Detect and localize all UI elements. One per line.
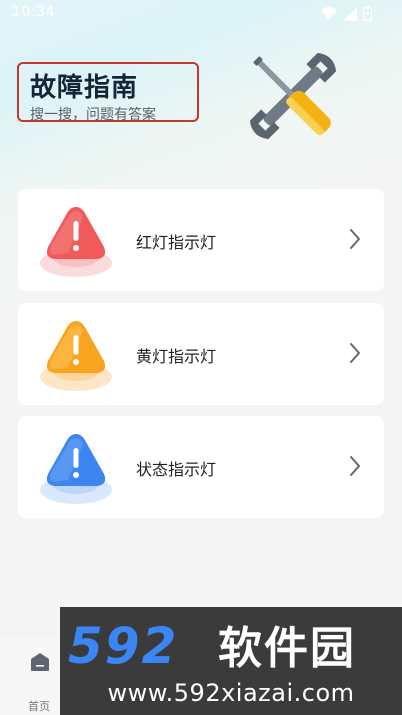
chevron-right-icon: [348, 341, 362, 365]
svg-text:软件园: 软件园: [218, 623, 356, 673]
status-icons: [321, 6, 372, 25]
card-label: 红灯指示灯: [136, 233, 217, 252]
header-title-box: 故障指南 搜一搜，问题有答案: [17, 62, 199, 123]
card-label: 黄灯指示灯: [136, 347, 217, 366]
card-label: 状态指示灯: [136, 460, 217, 479]
page-title: 故障指南: [30, 73, 139, 103]
card-status-light[interactable]: 状态指示灯: [18, 416, 384, 518]
status-bar: 10:34: [0, 0, 402, 28]
blue-warning-icon: [38, 428, 114, 506]
yellow-warning-icon: [38, 315, 114, 393]
chevron-right-icon: [348, 454, 362, 478]
battery-icon: [363, 6, 372, 25]
chevron-right-icon: [348, 227, 362, 251]
card-yellow-light[interactable]: 黄灯指示灯: [18, 303, 384, 405]
wifi-icon: [321, 6, 337, 25]
red-warning-icon: [38, 201, 114, 279]
watermark-url: www.592xiazai.com: [107, 679, 355, 707]
home-icon: [30, 652, 50, 676]
nav-home-label: 首页: [28, 700, 50, 713]
signal-icon: [343, 6, 357, 25]
watermark-logo: 592 软件园: [68, 617, 394, 675]
wrench-screwdriver-icon: [240, 42, 346, 150]
status-time: 10:34: [12, 4, 55, 20]
page-subtitle: 搜一搜，问题有答案: [30, 107, 156, 123]
svg-text:592: 592: [68, 617, 178, 673]
card-red-light[interactable]: 红灯指示灯: [18, 189, 384, 291]
nav-item-home[interactable]: 首页: [18, 652, 62, 713]
watermark-banner: 592 软件园 www.592xiazai.com: [60, 607, 402, 715]
